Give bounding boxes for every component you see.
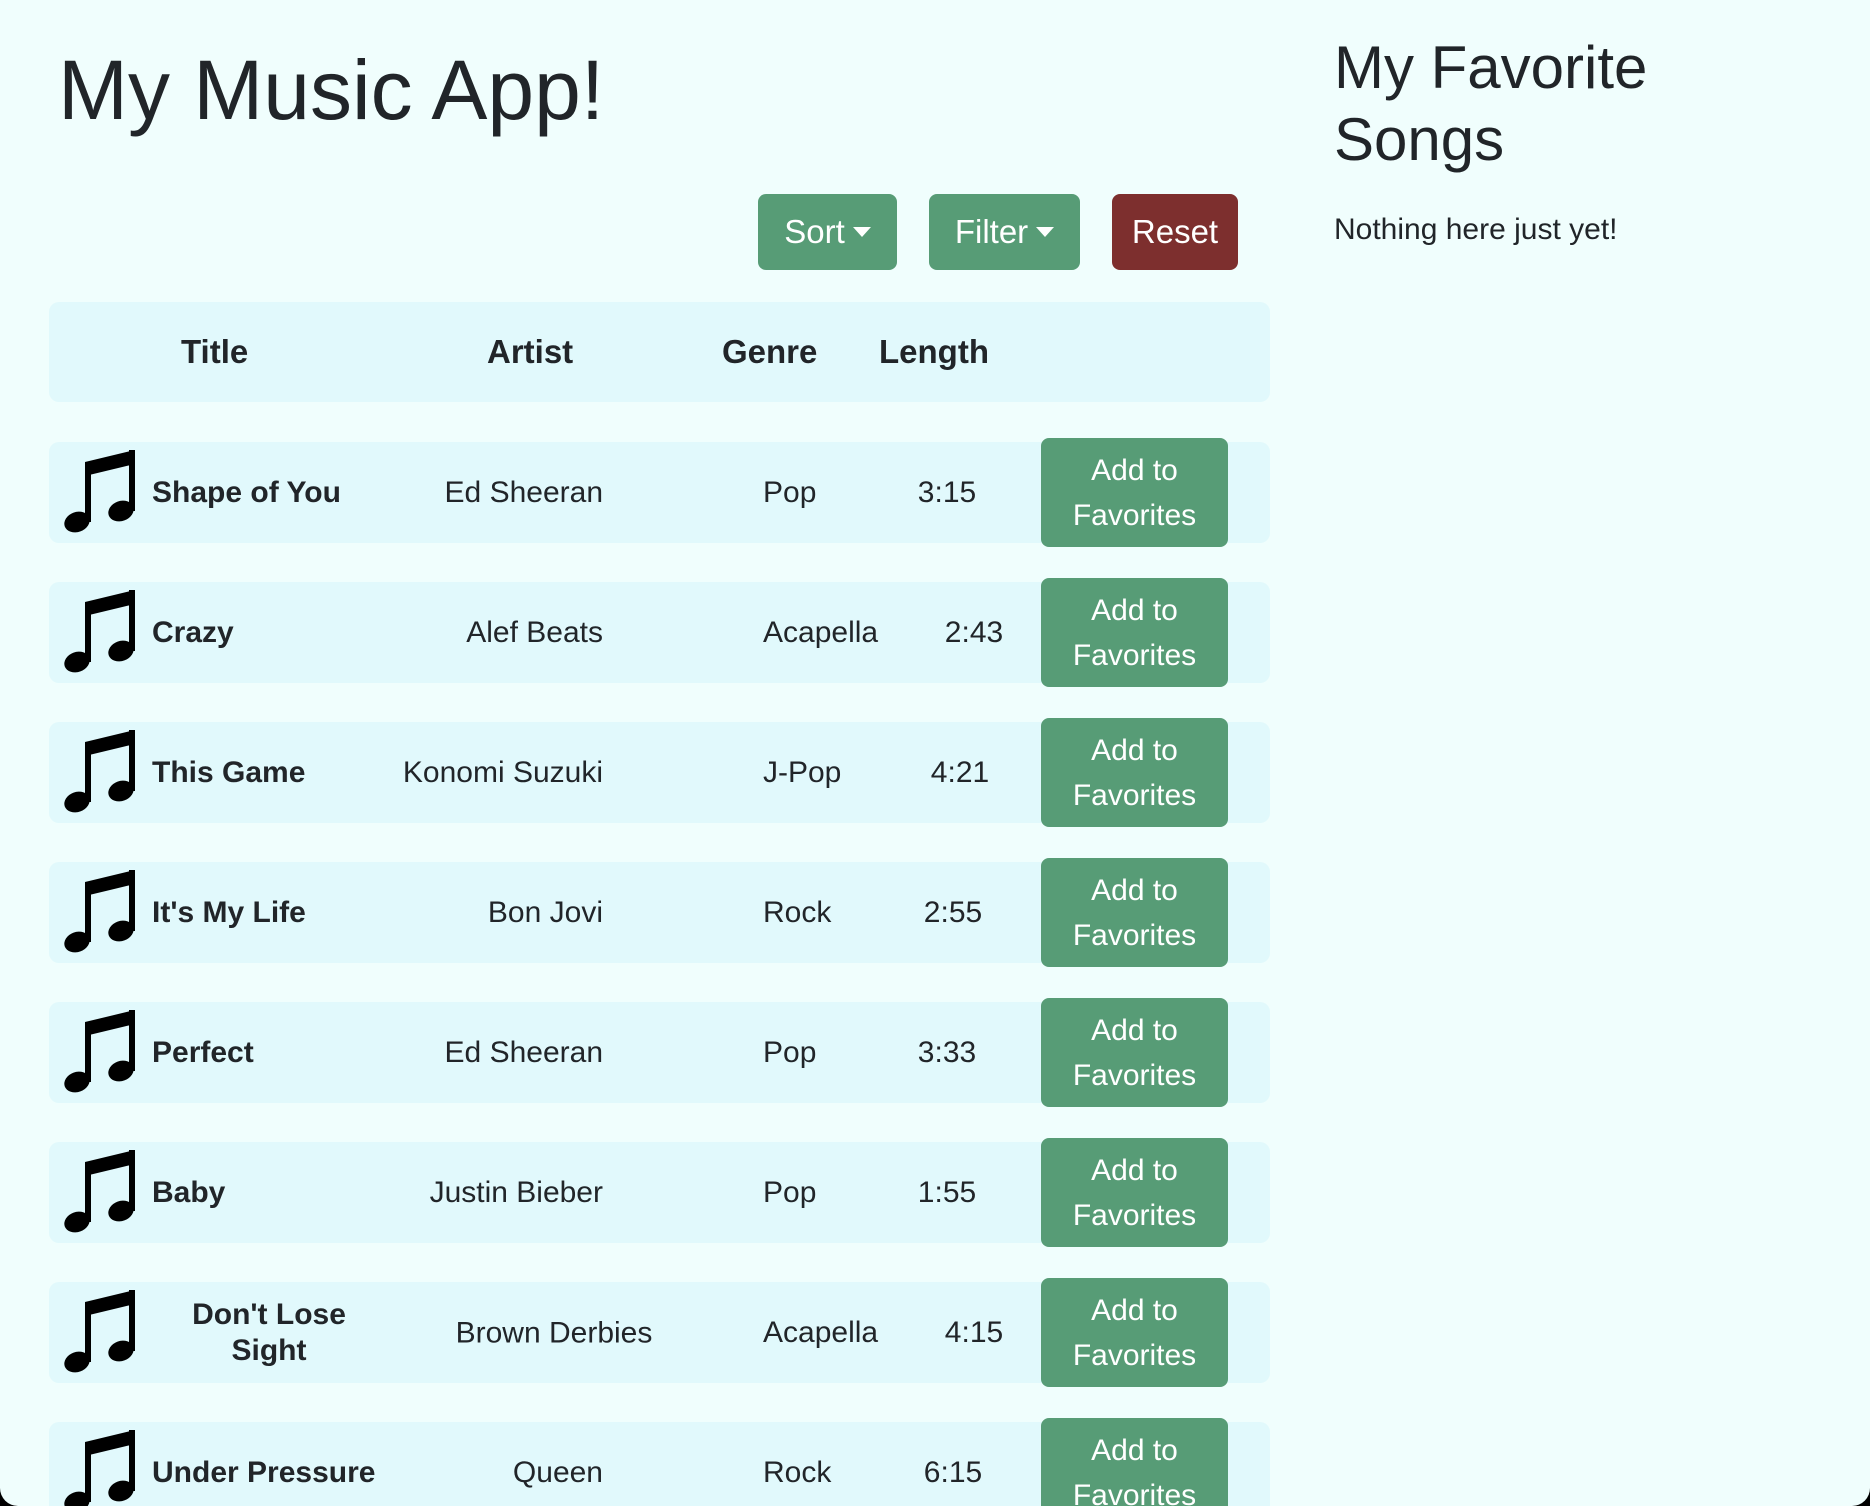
sort-dropdown-button[interactable]: Sort (758, 194, 897, 270)
song-genre: Pop (763, 1035, 817, 1069)
header-length: Length (879, 333, 989, 370)
song-artist: Queen (512, 1455, 603, 1489)
caret-down-icon (852, 227, 871, 237)
music-note-icon (64, 450, 135, 533)
song-length: 4:15 (944, 1315, 1004, 1349)
table-row: This Game Konomi Suzuki J-Pop 4:21 Add t… (49, 718, 1270, 827)
song-length: 6:15 (923, 1455, 983, 1489)
header-genre: Genre (722, 333, 818, 370)
song-artist: Konomi Suzuki (402, 755, 603, 789)
song-genre: J-Pop (763, 755, 842, 789)
header-title: Title (181, 333, 249, 370)
table-header: Title Artist Genre Length (49, 302, 1270, 402)
add-to-favorites-button[interactable]: Add to Favorites (1041, 718, 1228, 827)
reset-button[interactable]: Reset (1112, 194, 1238, 270)
reset-button-label: Reset (1131, 213, 1219, 250)
song-artist: Ed Sheeran (444, 475, 603, 509)
song-genre: Acapella (763, 615, 879, 649)
table-row: Perfect Ed Sheeran Pop 3:33 Add to Favor… (49, 998, 1270, 1107)
caret-down-icon (1036, 227, 1055, 237)
song-title: Don't Lose Sight (192, 1297, 346, 1367)
table-row: Baby Justin Bieber Pop 1:55 Add to Favor… (49, 1138, 1270, 1247)
table-row: Don't Lose Sight Brown Derbies Acapella … (49, 1278, 1270, 1387)
music-note-icon (64, 1010, 135, 1093)
music-note-icon (64, 1150, 135, 1233)
music-note-icon (64, 1430, 135, 1506)
song-artist: Ed Sheeran (444, 1035, 603, 1069)
song-title: It's My Life (152, 895, 306, 929)
music-note-icon (64, 590, 135, 673)
table-row: Under Pressure Queen Rock 6:15 Add to Fa… (49, 1418, 1270, 1506)
add-to-favorites-button[interactable]: Add to Favorites (1041, 998, 1228, 1107)
music-note-icon (64, 870, 135, 953)
song-length: 2:55 (923, 895, 983, 929)
song-title: Baby (152, 1175, 226, 1209)
header-artist: Artist (487, 333, 574, 370)
app-window: My Music App! My Favorite Songs Nothing … (0, 0, 1870, 1506)
song-length: 1:55 (917, 1175, 977, 1209)
song-genre: Acapella (763, 1315, 879, 1349)
add-to-favorites-button[interactable]: Add to Favorites (1041, 1418, 1228, 1506)
song-artist: Alef Beats (466, 615, 603, 649)
add-to-favorites-button[interactable]: Add to Favorites (1041, 858, 1228, 967)
filter-dropdown-button[interactable]: Filter (929, 194, 1080, 270)
song-artist: Brown Derbies (455, 1316, 653, 1349)
add-to-favorites-button[interactable]: Add to Favorites (1041, 1138, 1228, 1247)
song-length: 2:43 (944, 615, 1004, 649)
music-note-icon (64, 1290, 135, 1373)
table-row: Shape of You Ed Sheeran Pop 3:15 Add to … (49, 438, 1270, 547)
song-artist: Justin Bieber (429, 1175, 603, 1209)
favorites-empty-message: Nothing here just yet! (1334, 213, 1618, 246)
song-title: Perfect (152, 1035, 254, 1069)
song-title: This Game (152, 755, 306, 789)
sort-button-label: Sort (784, 213, 845, 250)
song-length: 3:15 (917, 475, 977, 509)
table-row: It's My Life Bon Jovi Rock 2:55 Add to F… (49, 858, 1270, 967)
song-title: Under Pressure (152, 1455, 376, 1489)
song-artist: Bon Jovi (487, 895, 603, 929)
add-to-favorites-button[interactable]: Add to Favorites (1041, 1278, 1228, 1387)
song-genre: Pop (763, 475, 817, 509)
page-title: My Music App! (58, 43, 605, 137)
music-note-icon (64, 730, 135, 813)
song-length: 4:21 (930, 755, 990, 789)
table-row: Crazy Alef Beats Acapella 2:43 Add to Fa… (49, 578, 1270, 687)
favorites-title: My Favorite Songs (1334, 34, 1648, 173)
song-title: Shape of You (152, 475, 341, 509)
add-to-favorites-button[interactable]: Add to Favorites (1041, 438, 1228, 547)
filter-button-label: Filter (954, 213, 1029, 250)
song-genre: Rock (763, 1455, 832, 1489)
add-to-favorites-button[interactable]: Add to Favorites (1041, 578, 1228, 687)
song-length: 3:33 (917, 1035, 977, 1069)
song-genre: Pop (763, 1175, 817, 1209)
song-title: Crazy (152, 615, 234, 649)
song-genre: Rock (763, 895, 832, 929)
